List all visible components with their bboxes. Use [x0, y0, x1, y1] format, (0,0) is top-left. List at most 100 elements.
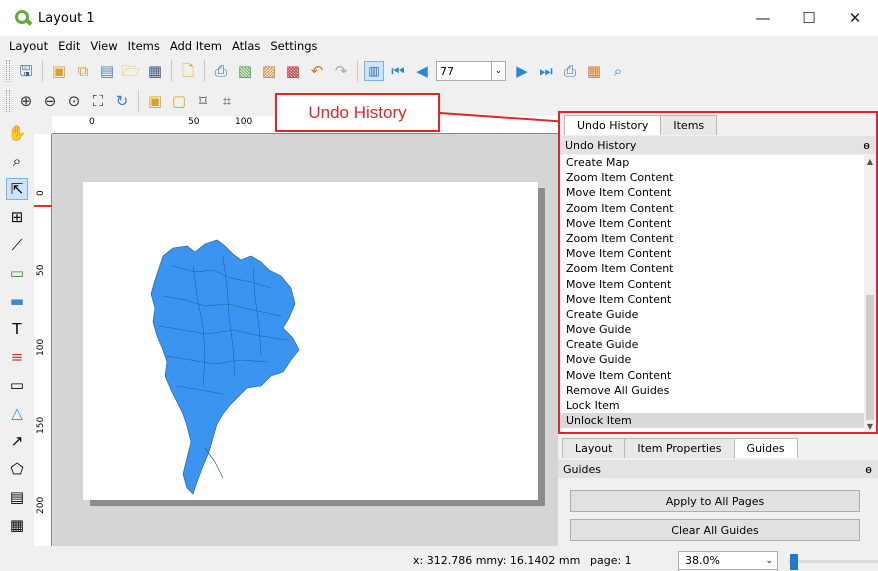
undo-entry[interactable]: Create Guide [560, 337, 864, 352]
undo-entry[interactable]: Move Item Content [560, 292, 864, 307]
menu-add-item[interactable]: Add Item [165, 39, 227, 53]
refresh-icon[interactable]: ↻ [112, 91, 132, 111]
guide-marker[interactable] [34, 205, 52, 207]
scroll-down-icon[interactable]: ▼ [864, 420, 876, 432]
undo-entry[interactable]: Lock Item [560, 398, 864, 413]
toolbar-grip[interactable] [6, 60, 10, 82]
atlas-export-icon[interactable]: ▦ [584, 61, 604, 81]
undo-entry[interactable]: Move Item Content [560, 246, 864, 261]
zoom-icon[interactable]: ⌕ [6, 150, 28, 172]
last-feature-icon[interactable]: ⏭ [536, 61, 556, 81]
atlas-settings-icon[interactable]: ⌕ [608, 61, 628, 81]
tab-layout[interactable]: Layout [562, 438, 626, 458]
add-html-icon[interactable]: ▤ [6, 486, 28, 508]
undo-entry[interactable]: Move Item Content [560, 277, 864, 292]
add-label-icon[interactable]: T [6, 318, 28, 340]
new-layout-icon[interactable]: ▣ [49, 61, 69, 81]
add-scalebar-icon[interactable]: ▭ [6, 374, 28, 396]
duplicate-layout-icon[interactable]: ⧉ [73, 61, 93, 81]
undo-entry[interactable]: Move Guide [560, 352, 864, 367]
menu-atlas[interactable]: Atlas [227, 39, 265, 53]
open-folder-icon[interactable]: 🗁 [121, 61, 141, 81]
undo-history-list[interactable]: Create Map Zoom Item Content Move Item C… [560, 155, 864, 432]
tab-item-properties[interactable]: Item Properties [624, 438, 735, 458]
chevron-down-icon[interactable]: ⌄ [765, 556, 773, 566]
scrollbar-thumb[interactable] [866, 295, 874, 420]
group-icon[interactable]: ▣ [145, 91, 165, 111]
atlas-preview-icon[interactable]: ▥ [364, 61, 384, 81]
undo-entry[interactable]: Create Map [560, 155, 864, 170]
add-picture-icon[interactable]: ▬ [6, 290, 28, 312]
close-button[interactable]: ✕ [832, 0, 878, 36]
undo-entry[interactable]: Move Item Content [560, 216, 864, 231]
undo-entry-selected[interactable]: Unlock Item [560, 413, 864, 429]
layout-manager-icon[interactable]: ▤ [97, 61, 117, 81]
zoom-slider-handle[interactable] [790, 554, 798, 570]
add-map-icon[interactable]: ▭ [6, 262, 28, 284]
undo-entry[interactable]: Move Guide [560, 322, 864, 337]
add-polygon-icon[interactable]: ⬠ [6, 458, 28, 480]
undo-entry[interactable]: Zoom Item Content [560, 231, 864, 246]
page-number-input[interactable]: 77 [436, 61, 492, 81]
save-icon[interactable]: 🖫 [16, 61, 36, 81]
zoom-full-icon[interactable]: ⛶ [88, 91, 108, 111]
pan-icon[interactable]: ✋ [6, 122, 28, 144]
apply-to-all-pages-button[interactable]: Apply to All Pages [570, 490, 860, 512]
tab-undo-history[interactable]: Undo History [564, 115, 662, 135]
undo-entry[interactable]: Zoom Item Content [560, 201, 864, 216]
edit-nodes-icon[interactable]: ⟋ [6, 234, 28, 256]
tab-items[interactable]: Items [660, 115, 718, 135]
select-icon[interactable]: ⇱ [6, 178, 28, 200]
minimize-button[interactable]: — [740, 0, 786, 36]
guides-scrollbar[interactable] [868, 480, 878, 550]
vertical-ruler[interactable]: 0 50 100 150 200 [34, 134, 52, 546]
menu-settings[interactable]: Settings [265, 39, 322, 53]
undo-entry[interactable]: Zoom Item Content [560, 261, 864, 276]
lock-icon[interactable]: ⌑ [193, 91, 213, 111]
chevron-down-icon[interactable]: ⌄ [492, 61, 506, 81]
maximize-button[interactable]: ☐ [786, 0, 832, 36]
redo-icon[interactable]: ↷ [331, 61, 351, 81]
next-feature-icon[interactable]: ▶ [512, 61, 532, 81]
menu-edit[interactable]: Edit [53, 39, 85, 53]
map-item[interactable] [143, 226, 303, 496]
zoom-combo[interactable]: 38.0% ⌄ [678, 551, 778, 570]
float-panel-icon[interactable]: ɵ [865, 463, 872, 476]
atlas-print-icon[interactable]: ⎙ [560, 61, 580, 81]
tab-guides[interactable]: Guides [733, 438, 798, 458]
export-svg-icon[interactable]: ▨ [259, 61, 279, 81]
unlock-icon[interactable]: ⌗ [217, 91, 237, 111]
undo-entry[interactable]: Remove All Guides [560, 383, 864, 398]
move-content-icon[interactable]: ⊞ [6, 206, 28, 228]
undo-entry[interactable]: Zoom Item Content [560, 170, 864, 185]
first-feature-icon[interactable]: ⏮ [388, 61, 408, 81]
zoom-slider[interactable] [788, 554, 878, 570]
menu-layout[interactable]: Layout [4, 39, 53, 53]
menu-view[interactable]: View [85, 39, 122, 53]
undo-entry[interactable]: Create Guide [560, 307, 864, 322]
ungroup-icon[interactable]: ▢ [169, 91, 189, 111]
menu-items[interactable]: Items [123, 39, 165, 53]
undo-entry[interactable]: Move Item Content [560, 368, 864, 383]
save-template-icon[interactable]: ▦ [145, 61, 165, 81]
undo-icon[interactable]: ↶ [307, 61, 327, 81]
new-page-icon[interactable]: 🗋 [178, 61, 198, 81]
zoom-actual-icon[interactable]: ⊙ [64, 91, 84, 111]
add-shape-icon[interactable]: △ [6, 402, 28, 424]
export-pdf-icon[interactable]: ▩ [283, 61, 303, 81]
add-table-icon[interactable]: ▦ [6, 514, 28, 536]
zoom-in-icon[interactable]: ⊕ [16, 91, 36, 111]
add-legend-icon[interactable]: ≡ [6, 346, 28, 368]
clear-all-guides-button[interactable]: Clear All Guides [570, 519, 860, 541]
float-panel-icon[interactable]: ɵ [863, 139, 870, 152]
add-arrow-icon[interactable]: ↗ [6, 430, 28, 452]
undo-entry[interactable]: Move Item Content [560, 185, 864, 200]
undo-list-scrollbar[interactable]: ▲ ▼ [864, 155, 876, 432]
zoom-out-icon[interactable]: ⊖ [40, 91, 60, 111]
scroll-up-icon[interactable]: ▲ [864, 155, 876, 167]
layout-canvas[interactable] [52, 134, 558, 546]
export-image-icon[interactable]: ▧ [235, 61, 255, 81]
previous-feature-icon[interactable]: ◀ [412, 61, 432, 81]
layout-page[interactable] [83, 182, 538, 500]
print-icon[interactable]: ⎙ [211, 61, 231, 81]
